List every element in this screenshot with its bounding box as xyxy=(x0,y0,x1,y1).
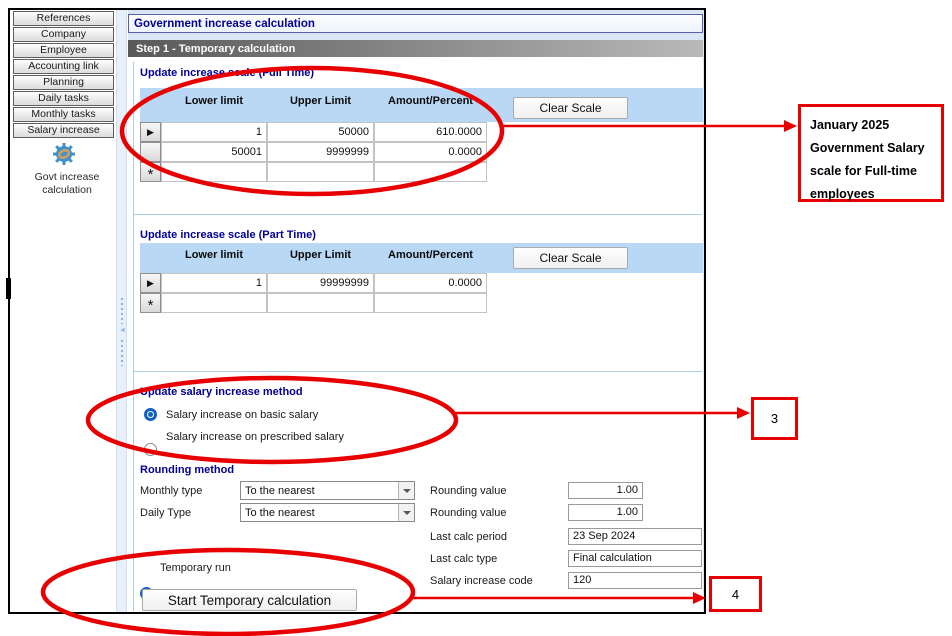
monthly-type-select[interactable]: To the nearest xyxy=(240,481,415,500)
govt-increase-gear-icon[interactable] xyxy=(52,142,76,166)
fulltime-row1-upper[interactable]: 50000 xyxy=(267,122,374,142)
splitter-dots-bottom xyxy=(121,340,123,366)
sidebar-item-accounting-link[interactable]: Accounting link xyxy=(13,59,114,74)
sidebar-item-salary-increase[interactable]: Salary increase xyxy=(13,123,114,138)
parttime-newrow-selector[interactable]: * xyxy=(140,293,161,313)
radio-prescribed-salary[interactable] xyxy=(144,443,157,456)
radio-basic-salary-label[interactable]: Salary increase on basic salary xyxy=(166,409,318,421)
gear-icon xyxy=(52,142,76,166)
splitter-dots-top xyxy=(121,298,123,324)
parttime-newrow-amount[interactable] xyxy=(374,293,487,313)
last-calc-period-field[interactable]: 23 Sep 2024 xyxy=(568,528,702,545)
sidebar-item-planning[interactable]: Planning xyxy=(13,75,114,90)
rounding-section-title: Rounding method xyxy=(140,464,234,476)
monthly-type-label: Monthly type xyxy=(140,485,202,497)
parttime-col-amount: Amount/Percent xyxy=(374,249,487,261)
parttime-row1-upper[interactable]: 99999999 xyxy=(267,273,374,293)
group-border-parttime-bottom xyxy=(133,371,702,372)
group-border-fulltime-bottom xyxy=(133,214,702,215)
fulltime-newrow-selector[interactable]: * xyxy=(140,162,161,182)
panel-title: Government increase calculation xyxy=(128,14,703,33)
method-section-title: Update salary increase method xyxy=(140,386,303,398)
monthly-type-dropdown-icon[interactable] xyxy=(398,482,414,499)
sidebar-item-daily-tasks[interactable]: Daily tasks xyxy=(13,91,114,106)
rounding-value-label-2: Rounding value xyxy=(430,507,506,519)
sidebar-splitter[interactable]: ◄ xyxy=(116,10,127,612)
radio-prescribed-salary-label[interactable]: Salary increase on prescribed salary xyxy=(166,431,344,443)
parttime-row1-lower[interactable]: 1 xyxy=(161,273,267,293)
sidebar-item-employee[interactable]: Employee xyxy=(13,43,114,58)
salary-increase-code-label: Salary increase code xyxy=(430,575,533,587)
fulltime-clear-scale-button[interactable]: Clear Scale xyxy=(513,97,628,119)
step-header: Step 1 - Temporary calculation xyxy=(128,40,703,57)
fulltime-newrow-amount[interactable] xyxy=(374,162,487,182)
parttime-row1-amount[interactable]: 0.0000 xyxy=(374,273,487,293)
parttime-newrow-lower[interactable] xyxy=(161,293,267,313)
window-resize-handle[interactable] xyxy=(6,278,11,299)
salary-increase-code-field[interactable]: 120 xyxy=(568,572,702,589)
parttime-section-title: Update increase scale (Part Time) xyxy=(140,229,316,241)
sidebar-item-monthly-tasks[interactable]: Monthly tasks xyxy=(13,107,114,122)
fulltime-row2-lower[interactable]: 50001 xyxy=(161,142,267,162)
annotation-note-fulltime: January 2025 Government Salary scale for… xyxy=(798,104,944,202)
fulltime-row1-lower[interactable]: 1 xyxy=(161,122,267,142)
parttime-col-upper: Upper Limit xyxy=(267,249,374,261)
last-calc-type-label: Last calc type xyxy=(430,553,497,565)
rounding-value-field-1[interactable]: 1.00 xyxy=(568,482,643,499)
sidebar-item-references[interactable]: References xyxy=(13,11,114,26)
screen: References Company Employee Accounting l… xyxy=(0,0,952,636)
fulltime-row2-upper[interactable]: 9999999 xyxy=(267,142,374,162)
monthly-type-value: To the nearest xyxy=(241,485,398,497)
fulltime-row2-amount[interactable]: 0.0000 xyxy=(374,142,487,162)
parttime-newrow-upper[interactable] xyxy=(267,293,374,313)
group-border-left xyxy=(133,62,134,611)
sidebar-item-company[interactable]: Company xyxy=(13,27,114,42)
fulltime-row2-selector[interactable] xyxy=(140,142,161,162)
fulltime-row1-amount[interactable]: 610.0000 xyxy=(374,122,487,142)
radio-temporary-run-label[interactable]: Temporary run xyxy=(160,562,231,574)
fulltime-col-amount: Amount/Percent xyxy=(374,95,487,107)
step-header-text: Step 1 - Temporary calculation xyxy=(136,43,295,55)
splitter-collapse-icon[interactable]: ◄ xyxy=(119,327,126,334)
rounding-value-field-2[interactable]: 1.00 xyxy=(568,504,643,521)
daily-type-select[interactable]: To the nearest xyxy=(240,503,415,522)
daily-type-label: Daily Type xyxy=(140,507,191,519)
fulltime-newrow-upper[interactable] xyxy=(267,162,374,182)
annotation-note-4: 4 xyxy=(709,576,762,612)
parttime-col-lower: Lower limit xyxy=(161,249,267,261)
parttime-row1-selector[interactable]: ▶ xyxy=(140,273,161,293)
fulltime-col-upper: Upper Limit xyxy=(267,95,374,107)
start-temporary-calculation-button[interactable]: Start Temporary calculation xyxy=(142,589,357,611)
govt-increase-tool-label[interactable]: Govt increase calculation xyxy=(19,171,115,197)
last-calc-period-label: Last calc period xyxy=(430,531,507,543)
fulltime-row1-selector[interactable]: ▶ xyxy=(140,122,161,142)
daily-type-value: To the nearest xyxy=(241,507,398,519)
annotation-note-3: 3 xyxy=(751,397,798,440)
parttime-clear-scale-button[interactable]: Clear Scale xyxy=(513,247,628,269)
fulltime-col-lower: Lower limit xyxy=(161,95,267,107)
fulltime-section-title: Update increase scale (Full Time) xyxy=(140,67,314,79)
radio-basic-salary[interactable] xyxy=(144,408,157,421)
rounding-value-label-1: Rounding value xyxy=(430,485,506,497)
fulltime-newrow-lower[interactable] xyxy=(161,162,267,182)
daily-type-dropdown-icon[interactable] xyxy=(398,504,414,521)
last-calc-type-field[interactable]: Final calculation xyxy=(568,550,702,567)
panel-title-text: Government increase calculation xyxy=(134,18,315,30)
